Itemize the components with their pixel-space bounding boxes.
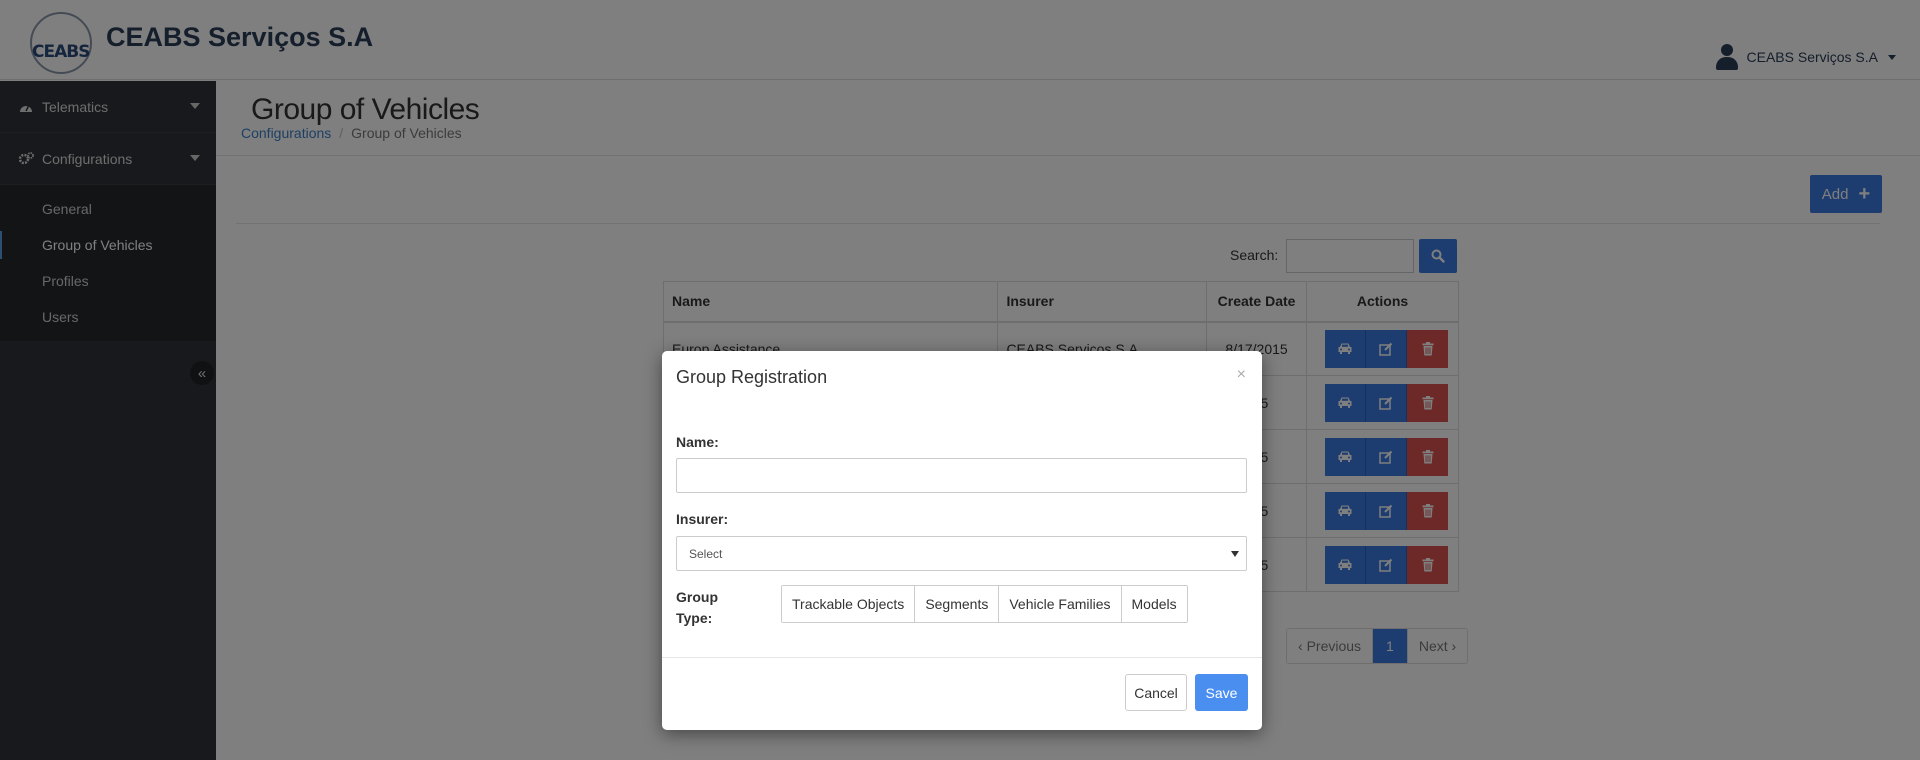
cancel-button[interactable]: Cancel — [1125, 674, 1187, 711]
name-input[interactable] — [676, 458, 1247, 493]
modal-title: Group Registration — [676, 367, 828, 387]
group-type-models[interactable]: Models — [1120, 586, 1187, 622]
group-type-label: Group Type: — [676, 589, 718, 626]
insurer-select-value: Select — [689, 546, 723, 561]
group-type-vehicle-families[interactable]: Vehicle Families — [998, 586, 1121, 622]
group-type-trackable-objects[interactable]: Trackable Objects — [782, 586, 915, 622]
insurer-label: Insurer: — [676, 511, 729, 527]
modal-footer-divider — [662, 657, 1262, 658]
name-label: Name: — [676, 434, 719, 450]
insurer-select[interactable]: Select — [676, 536, 1247, 571]
group-type-selector: Trackable Objects Segments Vehicle Famil… — [781, 585, 1188, 623]
save-button[interactable]: Save — [1195, 674, 1248, 711]
select-arrow-icon — [1231, 551, 1239, 557]
group-type-segments[interactable]: Segments — [914, 586, 999, 622]
group-registration-modal: Group Registration × Name: Insurer: Sele… — [662, 351, 1262, 730]
close-icon[interactable]: × — [1237, 367, 1246, 383]
